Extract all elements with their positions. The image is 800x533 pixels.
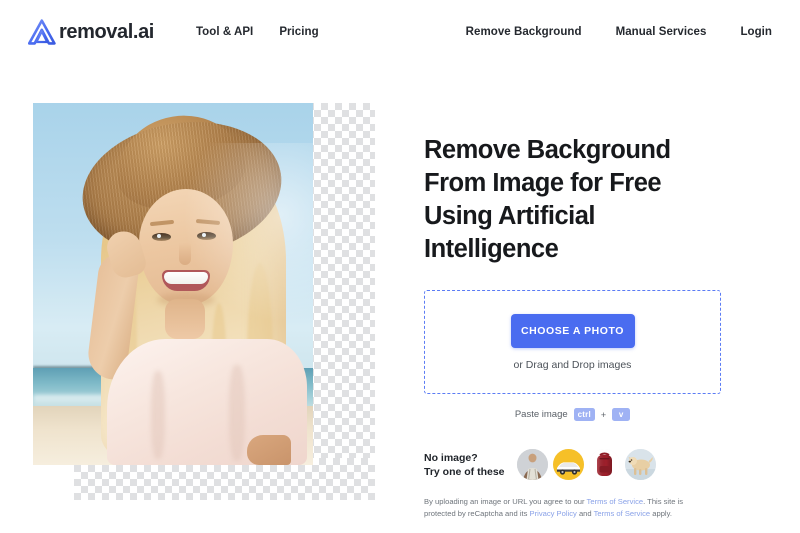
hero-image-preview xyxy=(33,103,375,500)
primary-nav: Tool & API Pricing xyxy=(196,26,319,38)
blouse-fold xyxy=(151,371,165,459)
legal-text-part3: and xyxy=(578,508,592,518)
terms-of-service-link-2[interactable]: Terms of Service xyxy=(594,509,651,518)
nav-item-manual-services[interactable]: Manual Services xyxy=(616,26,707,38)
secondary-nav: Remove Background Manual Services Login xyxy=(466,26,772,38)
subject-eye-right xyxy=(197,232,216,240)
removal-ai-logo-icon xyxy=(28,19,56,45)
subject-eye-left xyxy=(152,233,171,241)
nav-item-remove-background[interactable]: Remove Background xyxy=(466,26,582,38)
hero-content: Remove Background From Image for Free Us… xyxy=(424,134,764,519)
site-header: removal.ai Tool & API Pricing Remove Bac… xyxy=(0,0,800,64)
terms-of-service-link-1[interactable]: Terms of Service xyxy=(587,497,644,506)
sample-images-section: No image? Try one of these xyxy=(424,449,764,480)
paste-image-label: Paste image xyxy=(514,409,568,420)
sample-thumbnails xyxy=(516,449,656,480)
subject-neck xyxy=(165,299,205,339)
privacy-policy-link[interactable]: Privacy Policy xyxy=(530,509,577,518)
legal-text-part1: By uploading an image or URL you agree t… xyxy=(424,497,585,506)
drag-drop-hint: or Drag and Drop images xyxy=(513,358,632,371)
original-photo xyxy=(33,103,313,465)
sample-thumbnail-person[interactable] xyxy=(516,449,548,480)
subject-mouth xyxy=(162,270,210,291)
key-plus-separator: + xyxy=(600,409,607,420)
sample-images-label: No image? Try one of these xyxy=(424,451,505,479)
nav-item-login[interactable]: Login xyxy=(740,26,772,38)
sample-thumbnail-backpack[interactable] xyxy=(588,449,620,480)
paste-image-row: Paste image ctrl + v xyxy=(424,408,721,421)
subject-eye-highlight-right xyxy=(202,233,206,237)
legal-text-part4: apply. xyxy=(652,508,672,518)
upload-dropzone[interactable]: CHOOSE A PHOTO or Drag and Drop images xyxy=(424,290,721,394)
page-root: removal.ai Tool & API Pricing Remove Bac… xyxy=(0,0,800,533)
brand-logo[interactable]: removal.ai xyxy=(28,19,154,45)
subject-nose xyxy=(179,243,191,265)
subject-eye-highlight-left xyxy=(157,234,161,238)
subject-leg xyxy=(247,435,291,465)
key-ctrl-badge: ctrl xyxy=(573,408,595,421)
page-title: Remove Background From Image for Free Us… xyxy=(424,136,671,263)
sample-label-line2: Try one of these xyxy=(424,465,505,478)
sample-thumbnail-dog[interactable] xyxy=(624,449,656,480)
blouse-fold xyxy=(229,365,245,461)
sample-thumbnail-car[interactable] xyxy=(552,449,584,480)
subject-teeth xyxy=(164,272,208,284)
choose-a-photo-button[interactable]: CHOOSE A PHOTO xyxy=(510,313,635,348)
legal-disclaimer: By uploading an image or URL you agree t… xyxy=(424,496,714,519)
nav-item-tool-api[interactable]: Tool & API xyxy=(196,26,253,38)
nav-item-pricing[interactable]: Pricing xyxy=(279,26,318,38)
sample-label-line1: No image? xyxy=(424,451,478,464)
brand-name: removal.ai xyxy=(59,20,154,43)
key-v-badge: v xyxy=(612,408,631,421)
